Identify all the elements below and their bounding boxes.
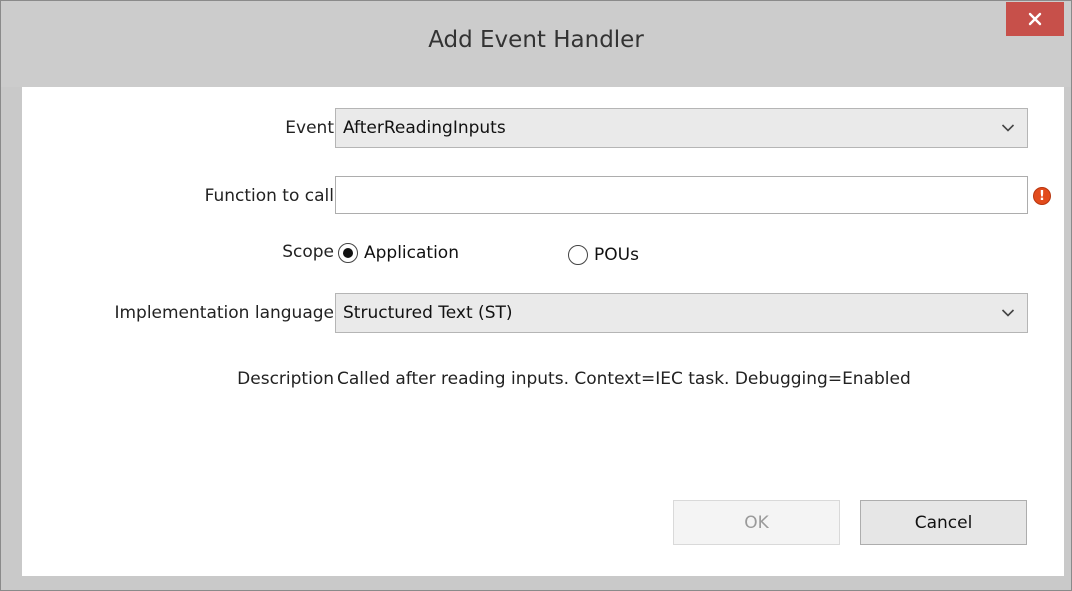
dialog-title: Add Event Handler	[428, 27, 644, 53]
implementation-language-select[interactable]: Structured Text (ST)	[335, 293, 1028, 333]
error-icon: !	[1033, 187, 1051, 205]
ok-button[interactable]: OK	[673, 500, 840, 545]
description-text: Called after reading inputs. Context=IEC…	[337, 369, 911, 389]
radio-label-application: Application	[364, 243, 459, 263]
close-icon	[1028, 12, 1042, 26]
scope-radio-application[interactable]: Application	[338, 243, 459, 263]
dialog-body: Event AfterReadingInputs Function to cal…	[22, 87, 1064, 576]
title-bar[interactable]: Add Event Handler	[1, 1, 1071, 87]
implementation-language-value: Structured Text (ST)	[343, 303, 513, 323]
event-label: Event	[285, 118, 334, 138]
function-to-call-input[interactable]	[335, 176, 1028, 214]
chevron-down-icon	[1001, 309, 1015, 317]
event-select-value: AfterReadingInputs	[343, 118, 506, 138]
description-label: Description	[237, 369, 334, 389]
close-button[interactable]	[1006, 2, 1064, 36]
radio-label-pous: POUs	[594, 245, 639, 265]
implementation-language-label: Implementation language	[114, 303, 334, 323]
radio-dot	[343, 248, 353, 258]
chevron-down-icon	[1001, 124, 1015, 132]
scope-radio-pous[interactable]: POUs	[568, 245, 639, 265]
function-to-call-label: Function to call	[204, 186, 334, 206]
event-select[interactable]: AfterReadingInputs	[335, 108, 1028, 148]
scope-label: Scope	[282, 242, 334, 262]
radio-button-selected[interactable]	[338, 243, 358, 263]
radio-button-unselected[interactable]	[568, 245, 588, 265]
cancel-button[interactable]: Cancel	[860, 500, 1027, 545]
add-event-handler-dialog: Add Event Handler Event AfterReadingInpu…	[0, 0, 1072, 591]
